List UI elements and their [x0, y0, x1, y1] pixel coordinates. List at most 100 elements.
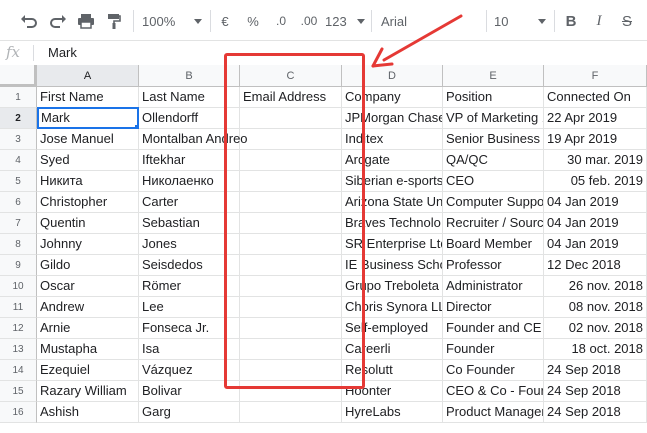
header-cell[interactable]: Connected On	[544, 87, 647, 108]
formula-input[interactable]: Mark	[48, 45, 77, 60]
table-cell[interactable]: Inditex	[342, 129, 443, 150]
table-cell[interactable]: Founder	[443, 339, 544, 360]
table-cell[interactable]: Siberian e-sports	[342, 171, 443, 192]
table-cell[interactable]: Board Member	[443, 234, 544, 255]
row-header[interactable]: 14	[0, 360, 37, 381]
table-cell[interactable]: CEO	[443, 171, 544, 192]
table-cell[interactable]	[240, 171, 342, 192]
bold-button[interactable]: B	[561, 10, 581, 32]
table-cell[interactable]: Mark	[37, 107, 139, 129]
row-header[interactable]: 7	[0, 213, 37, 234]
row-header[interactable]: 1	[0, 87, 37, 108]
paint-format-icon[interactable]	[104, 10, 124, 32]
table-cell[interactable]: Никита	[37, 171, 139, 192]
table-cell[interactable]: 04 Jan 2019	[544, 234, 647, 255]
table-cell[interactable]: Arnie	[37, 318, 139, 339]
row-header[interactable]: 3	[0, 129, 37, 150]
table-cell[interactable]: Ashish	[37, 402, 139, 423]
column-header-b[interactable]: B	[139, 65, 240, 87]
table-cell[interactable]: Mustapha	[37, 339, 139, 360]
table-cell[interactable]	[240, 276, 342, 297]
italic-button[interactable]: I	[589, 10, 609, 32]
table-cell[interactable]: Administrator	[443, 276, 544, 297]
row-header[interactable]: 8	[0, 234, 37, 255]
table-cell[interactable]	[240, 381, 342, 402]
table-cell[interactable]: Grupo Treboleta	[342, 276, 443, 297]
table-cell[interactable]: Self-employed	[342, 318, 443, 339]
currency-button[interactable]: €	[215, 10, 235, 32]
table-cell[interactable]: IE Business Scho	[342, 255, 443, 276]
table-cell[interactable]: Николаенко	[139, 171, 240, 192]
header-cell[interactable]: Position	[443, 87, 544, 108]
decrease-decimal-button[interactable]: .0	[269, 10, 293, 32]
header-cell[interactable]: Email Address	[240, 87, 342, 108]
column-header-f[interactable]: F	[544, 65, 647, 87]
table-cell[interactable]: Montalban Andreo	[139, 129, 248, 150]
row-header[interactable]: 16	[0, 402, 37, 423]
table-cell[interactable]	[240, 255, 342, 276]
table-cell[interactable]: 24 Sep 2018	[544, 381, 647, 402]
row-header[interactable]: 13	[0, 339, 37, 360]
more-formats-select[interactable]: 123	[325, 10, 365, 32]
table-cell[interactable]: Iftekhar	[139, 150, 240, 171]
table-cell[interactable]: Hoonter	[342, 381, 443, 402]
row-header[interactable]: 9	[0, 255, 37, 276]
table-cell[interactable]: CEO & Co - Four	[443, 381, 544, 402]
table-cell[interactable]	[240, 318, 342, 339]
table-cell[interactable]: Ollendorff	[139, 108, 240, 129]
table-cell[interactable]: 02 nov. 2018	[544, 318, 647, 339]
print-icon[interactable]	[75, 10, 97, 32]
table-cell[interactable]	[240, 129, 342, 150]
row-header[interactable]: 12	[0, 318, 37, 339]
row-header[interactable]: 11	[0, 297, 37, 318]
table-cell[interactable]: Careerli	[342, 339, 443, 360]
table-cell[interactable]: QA/QC	[443, 150, 544, 171]
table-cell[interactable]: 04 Jan 2019	[544, 213, 647, 234]
header-cell[interactable]: Last Name	[139, 87, 240, 108]
table-cell[interactable]: 12 Dec 2018	[544, 255, 647, 276]
table-cell[interactable]: SR Enterprise Ltd	[342, 234, 443, 255]
column-header-a[interactable]: A	[37, 65, 139, 87]
table-cell[interactable]: Product Manager	[443, 402, 544, 423]
table-cell[interactable]: Isa	[139, 339, 240, 360]
row-header[interactable]: 2	[0, 108, 37, 129]
table-cell[interactable]: Oscar	[37, 276, 139, 297]
table-cell[interactable]: Syed	[37, 150, 139, 171]
table-cell[interactable]: 19 Apr 2019	[544, 129, 647, 150]
table-cell[interactable]: VP of Marketing 1	[443, 108, 544, 129]
undo-icon[interactable]	[18, 10, 40, 32]
percent-button[interactable]: %	[243, 10, 263, 32]
table-cell[interactable]	[240, 108, 342, 129]
table-cell[interactable]	[240, 234, 342, 255]
table-cell[interactable]: Sebastian	[139, 213, 240, 234]
table-cell[interactable]: Arcgate	[342, 150, 443, 171]
table-cell[interactable]: Andrew	[37, 297, 139, 318]
table-cell[interactable]	[240, 150, 342, 171]
table-cell[interactable]: Arizona State Un	[342, 192, 443, 213]
table-cell[interactable]: Resolutt	[342, 360, 443, 381]
zoom-select[interactable]: 100%	[142, 10, 202, 32]
redo-icon[interactable]	[47, 10, 69, 32]
table-cell[interactable]: Christopher	[37, 192, 139, 213]
table-cell[interactable]: 26 nov. 2018	[544, 276, 647, 297]
column-header-c[interactable]: C	[240, 65, 342, 87]
table-cell[interactable]: Founder and CE	[443, 318, 544, 339]
table-cell[interactable]: 24 Sep 2018	[544, 402, 647, 423]
table-cell[interactable]: 18 oct. 2018	[544, 339, 647, 360]
table-cell[interactable]: 22 Apr 2019	[544, 108, 647, 129]
strikethrough-button[interactable]: S	[617, 10, 637, 32]
table-cell[interactable]: Jones	[139, 234, 240, 255]
table-cell[interactable]: Ezequiel	[37, 360, 139, 381]
header-cell[interactable]: Company	[342, 87, 443, 108]
table-cell[interactable]: 08 nov. 2018	[544, 297, 647, 318]
select-all-corner[interactable]	[0, 65, 37, 87]
table-cell[interactable]: Römer	[139, 276, 240, 297]
table-cell[interactable]: Garg	[139, 402, 240, 423]
table-cell[interactable]	[240, 402, 342, 423]
row-header[interactable]: 5	[0, 171, 37, 192]
table-cell[interactable]: Jose Manuel	[37, 129, 139, 150]
table-cell[interactable]: Co Founder	[443, 360, 544, 381]
table-cell[interactable]: Braves Technolo	[342, 213, 443, 234]
table-cell[interactable]: Quentin	[37, 213, 139, 234]
row-header[interactable]: 15	[0, 381, 37, 402]
